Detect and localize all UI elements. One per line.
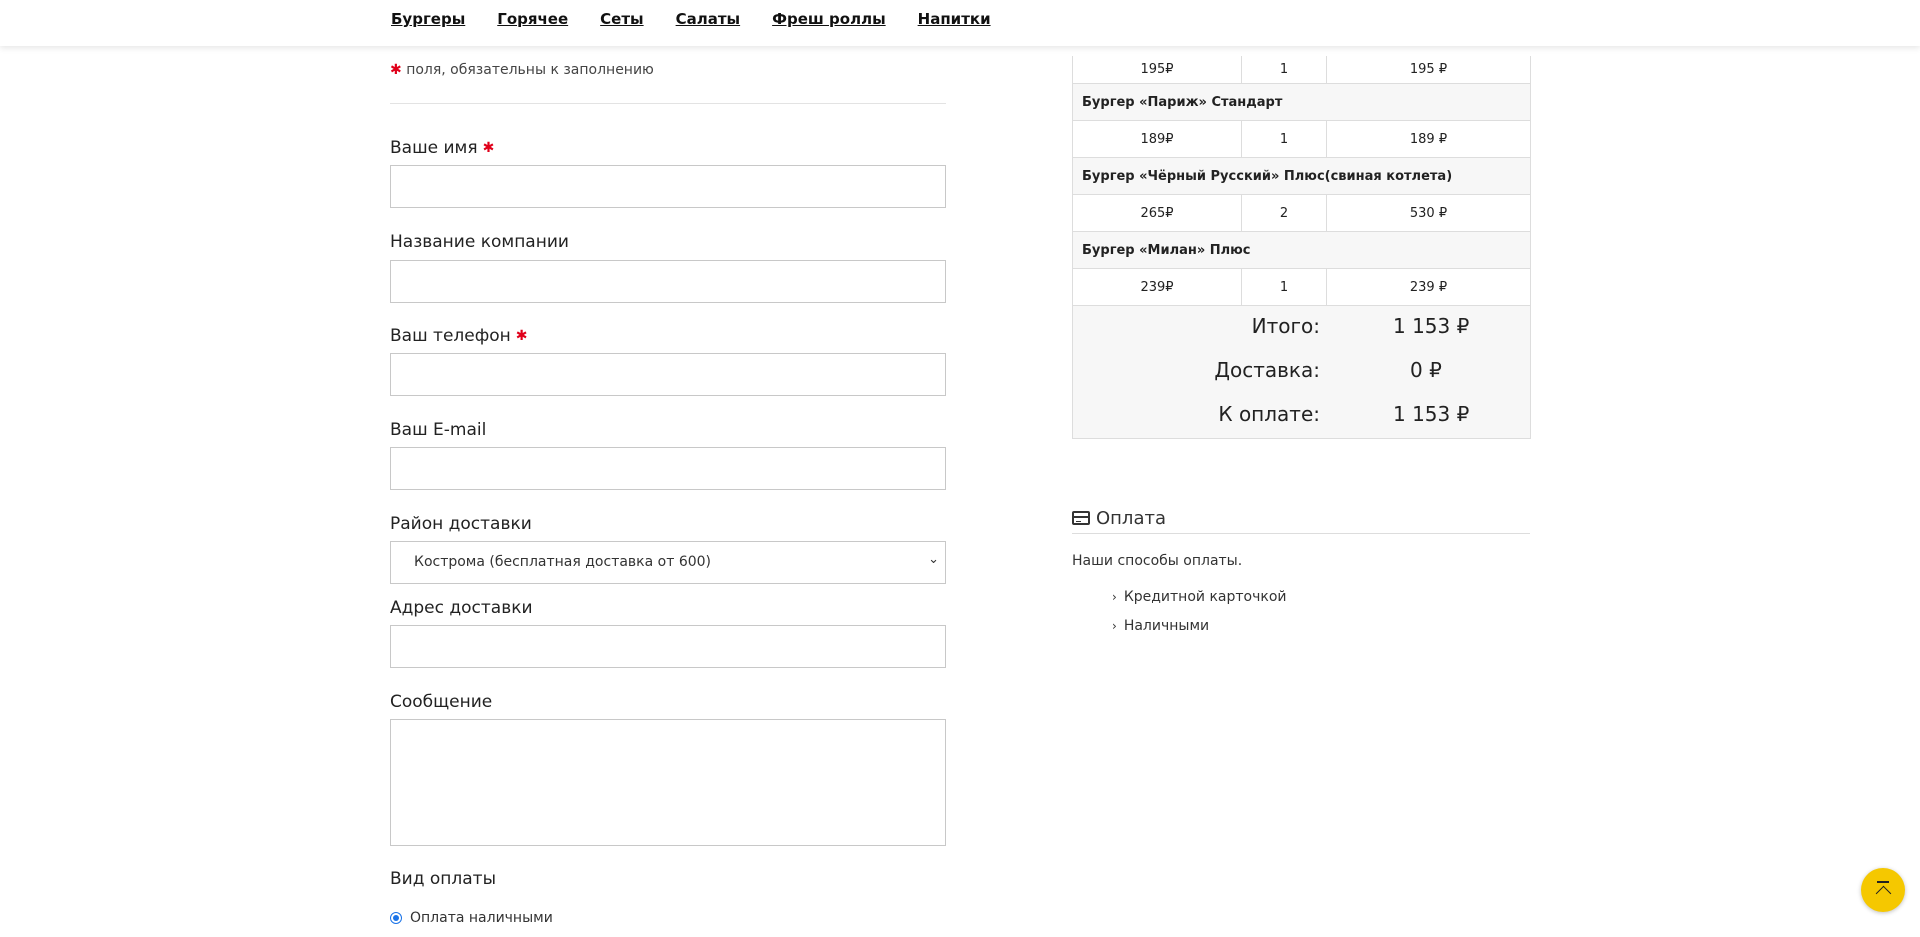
scroll-to-top-button[interactable]	[1861, 868, 1905, 912]
company-input[interactable]	[390, 260, 946, 303]
name-input[interactable]	[390, 165, 946, 208]
payment-type-label: Вид оплаты	[390, 869, 496, 889]
address-label: Адрес доставки	[390, 598, 533, 618]
table-row: 239₽ 1 239 ₽	[1073, 269, 1530, 306]
table-row: 265₽ 2 530 ₽	[1073, 195, 1530, 232]
district-select[interactable]: Кострома (бесплатная доставка от 600) ⌄	[390, 541, 946, 584]
nav-link-salads[interactable]: Салаты	[676, 10, 741, 28]
chevron-right-icon: ›	[1112, 590, 1117, 604]
top-navigation: Бургеры Горячее Сеты Салаты Фреш роллы Н…	[0, 0, 1920, 46]
payment-method-cash[interactable]: › Наличными	[1112, 618, 1209, 634]
total-value: 1 153 ₽	[1393, 314, 1470, 338]
name-label-text: Ваше имя	[390, 138, 478, 158]
payment-option-label: Оплата наличными	[410, 910, 553, 926]
item-name-row: Бургер «Милан» Плюс	[1073, 232, 1530, 269]
nav-link-fresh-rolls[interactable]: Фреш роллы	[772, 10, 886, 28]
email-input[interactable]	[390, 447, 946, 490]
item-qty: 1	[1242, 269, 1327, 305]
category-links: Бургеры Горячее Сеты Салаты Фреш роллы Н…	[391, 10, 1023, 28]
chevron-up-icon	[1875, 885, 1891, 902]
item-price: 265₽	[1073, 195, 1242, 231]
company-label: Название компании	[390, 232, 569, 252]
required-mark: ✱	[515, 328, 528, 344]
chevron-right-icon: ›	[1112, 619, 1117, 633]
nav-link-drinks[interactable]: Напитки	[918, 10, 991, 28]
required-mark: ✱	[482, 140, 495, 156]
item-sum: 530 ₽	[1409, 205, 1448, 221]
phone-label: Ваш телефон ✱	[390, 326, 528, 346]
required-note-text: поля, обязательны к заполнению	[406, 62, 654, 78]
table-row: 189₽ 1 189 ₽	[1073, 121, 1530, 158]
delivery-line: Доставка: 0 ₽	[1073, 358, 1530, 388]
item-price: 189₽	[1073, 121, 1242, 157]
item-name-row: Бургер «Париж» Стандарт	[1073, 84, 1530, 121]
email-label: Ваш E-mail	[390, 420, 487, 440]
phone-label-text: Ваш телефон	[390, 326, 511, 346]
required-note: ✱ поля, обязательны к заполнению	[390, 62, 654, 78]
to-pay-line: К оплате: 1 153 ₽	[1073, 402, 1530, 432]
message-textarea[interactable]	[390, 719, 946, 846]
address-input[interactable]	[390, 625, 946, 668]
payment-method-label: Наличными	[1123, 618, 1210, 634]
required-mark: ✱	[390, 62, 402, 78]
credit-card-icon	[1072, 511, 1090, 525]
item-qty: 2	[1242, 195, 1327, 231]
item-price: 239₽	[1073, 269, 1242, 305]
divider	[390, 103, 946, 104]
message-label: Сообщение	[390, 692, 493, 712]
scroll-to-top-icon	[1877, 881, 1889, 883]
phone-input[interactable]	[390, 353, 946, 396]
item-qty: 1	[1242, 121, 1327, 157]
payment-description: Наши способы оплаты.	[1072, 553, 1243, 569]
order-table: 195₽ 1 195 ₽ Бургер «Париж» Стандарт 189…	[1072, 56, 1531, 439]
totals-block: Итого: 1 153 ₽ Доставка: 0 ₽ К оплате: 1…	[1073, 306, 1530, 439]
table-row: 195₽ 1 195 ₽	[1073, 56, 1530, 84]
item-qty: 1	[1242, 56, 1327, 83]
total-label: Итого:	[1251, 314, 1320, 338]
nav-link-sets[interactable]: Сеты	[600, 10, 643, 28]
item-sum: 195 ₽	[1409, 62, 1448, 77]
item-sum: 189 ₽	[1409, 131, 1448, 147]
item-price: 195₽	[1073, 56, 1242, 83]
district-selected-value: Кострома (бесплатная доставка от 600)	[414, 554, 712, 570]
district-label: Район доставки	[390, 514, 532, 534]
radio-selected[interactable]	[390, 912, 402, 924]
nav-link-burgers[interactable]: Бургеры	[391, 10, 465, 28]
item-sum: 239 ₽	[1409, 279, 1448, 295]
delivery-label: Доставка:	[1214, 358, 1320, 382]
delivery-value: 0 ₽	[1410, 358, 1442, 382]
item-name-row: Бургер «Чёрный Русский» Плюс(свиная котл…	[1073, 158, 1530, 195]
name-label: Ваше имя ✱	[390, 138, 494, 158]
chevron-down-icon: ⌄	[928, 552, 939, 567]
payment-method-card[interactable]: › Кредитной карточкой	[1112, 589, 1287, 605]
payment-option-cash[interactable]: Оплата наличными	[390, 910, 553, 926]
nav-link-hot[interactable]: Горячее	[497, 10, 568, 28]
total-line: Итого: 1 153 ₽	[1073, 314, 1530, 344]
payment-method-label: Кредитной карточкой	[1123, 589, 1287, 605]
to-pay-value: 1 153 ₽	[1393, 402, 1470, 426]
payment-title: Оплата	[1096, 507, 1166, 529]
payment-section-title: Оплата	[1072, 503, 1530, 534]
to-pay-label: К оплате:	[1218, 402, 1320, 426]
